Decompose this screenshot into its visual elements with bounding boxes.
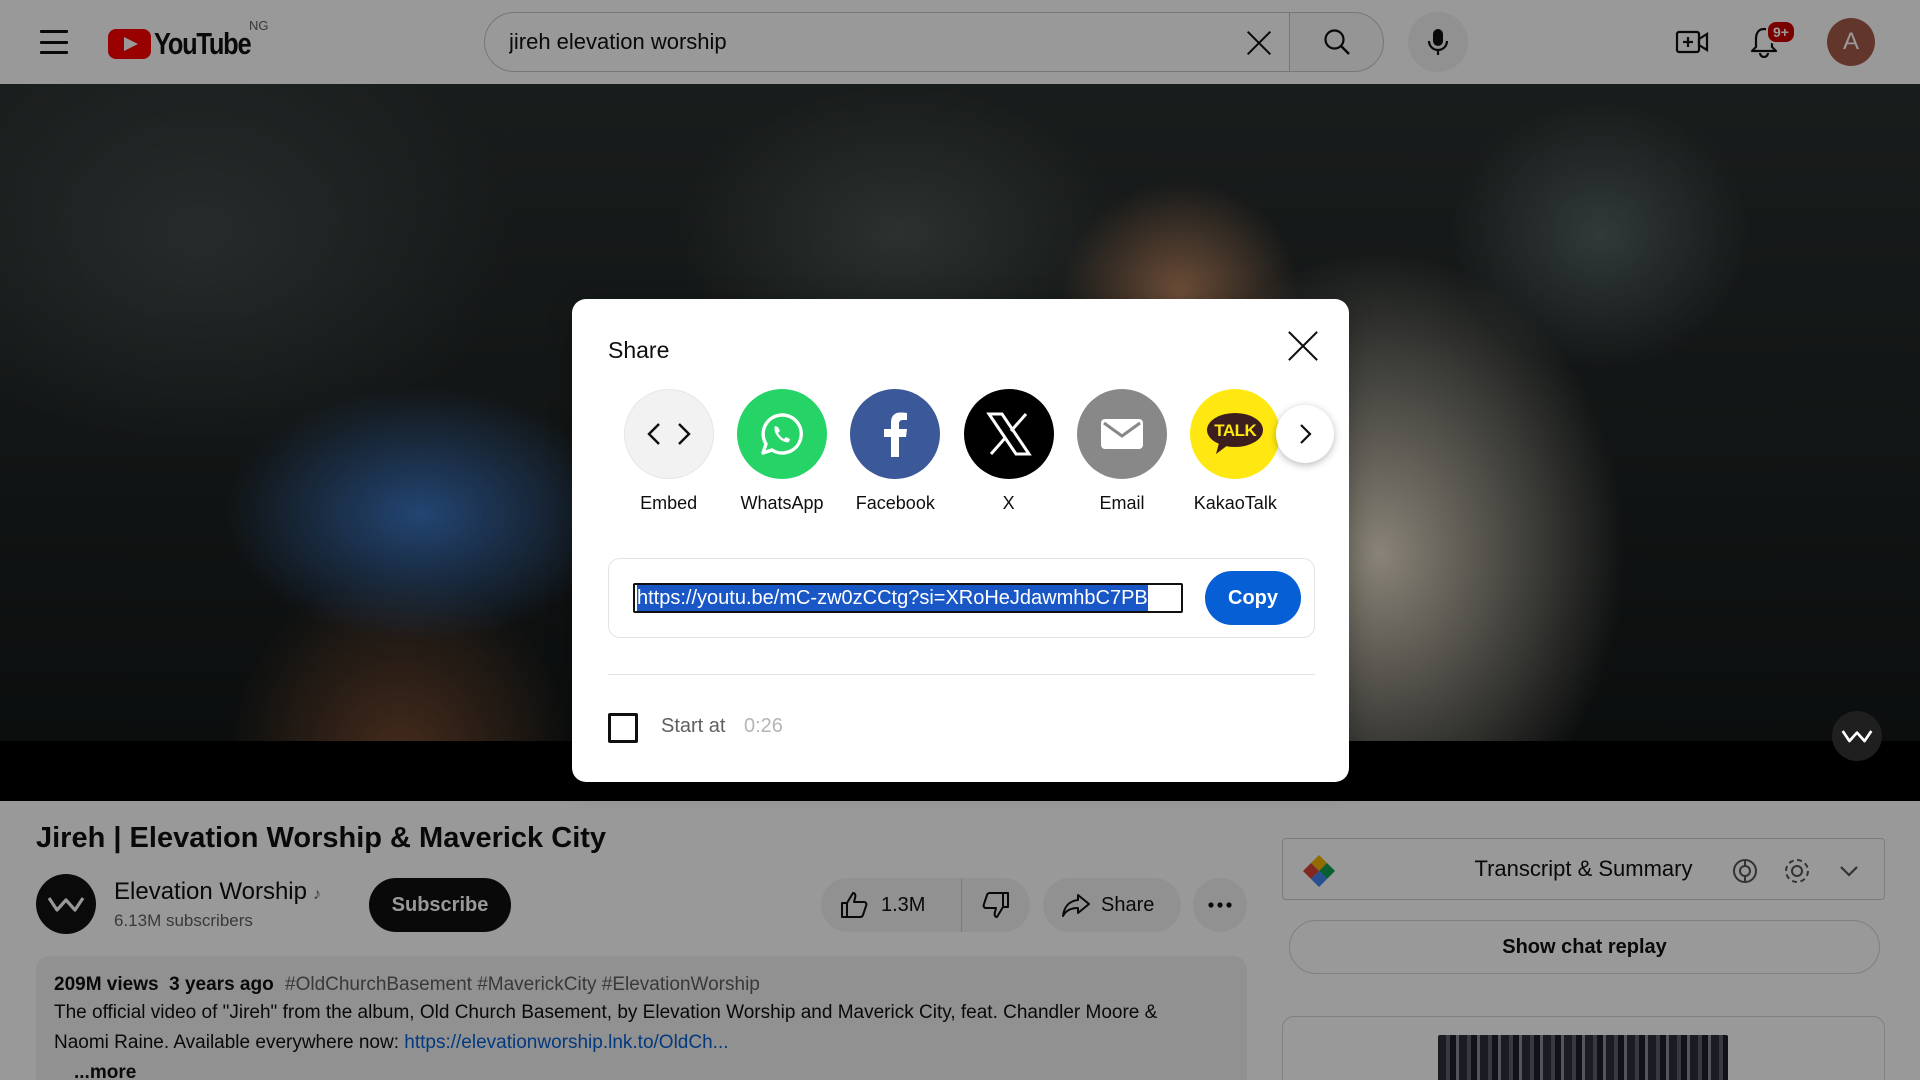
channel-watermark[interactable] — [1832, 711, 1882, 761]
start-at-label: Start at — [661, 715, 726, 737]
close-icon[interactable] — [1286, 329, 1320, 363]
elevation-watermark-icon — [1841, 730, 1873, 743]
share-url-field[interactable]: https://youtu.be/mC-zw0zCCtg?si=XRoHeJda… — [633, 583, 1183, 613]
share-target-label: WhatsApp — [740, 493, 824, 513]
share-target-whatsapp[interactable]: WhatsApp — [725, 389, 838, 519]
share-targets-next-button[interactable] — [1276, 405, 1334, 463]
share-url-box: https://youtu.be/mC-zw0zCCtg?si=XRoHeJda… — [608, 558, 1315, 638]
share-target-label: Embed — [640, 493, 698, 513]
share-target-label: Email — [1099, 493, 1145, 513]
share-target-embed[interactable]: Embed — [612, 389, 725, 519]
start-at-checkbox[interactable] — [608, 713, 638, 743]
share-dialog-title: Share — [608, 337, 670, 363]
share-dialog: Share Embed WhatsApp Facebook X Email TA… — [572, 299, 1349, 782]
x-icon — [963, 389, 1054, 479]
embed-code-icon — [623, 389, 714, 479]
kakaotalk-badge-text: TALK — [1214, 421, 1257, 440]
share-target-label: KakaoTalk — [1193, 493, 1277, 513]
share-target-kakaotalk[interactable]: TALK KakaoTalk — [1179, 389, 1292, 519]
start-at-time: 0:26 — [744, 715, 783, 737]
facebook-icon — [850, 389, 941, 479]
whatsapp-icon — [736, 389, 827, 479]
share-target-label: X — [1002, 493, 1015, 513]
kakaotalk-icon: TALK — [1190, 389, 1281, 479]
share-url-text: https://youtu.be/mC-zw0zCCtg?si=XRoHeJda… — [637, 585, 1148, 611]
share-target-email[interactable]: Email — [1065, 389, 1178, 519]
copy-button[interactable]: Copy — [1205, 571, 1301, 625]
share-target-label: Facebook — [855, 493, 935, 513]
share-targets-row: Embed WhatsApp Facebook X Email TALK Kak… — [612, 389, 1292, 519]
email-icon — [1076, 389, 1167, 479]
share-target-x[interactable]: X — [952, 389, 1065, 519]
divider — [608, 674, 1315, 675]
chevron-right-icon — [1300, 424, 1312, 444]
share-target-facebook[interactable]: Facebook — [839, 389, 952, 519]
